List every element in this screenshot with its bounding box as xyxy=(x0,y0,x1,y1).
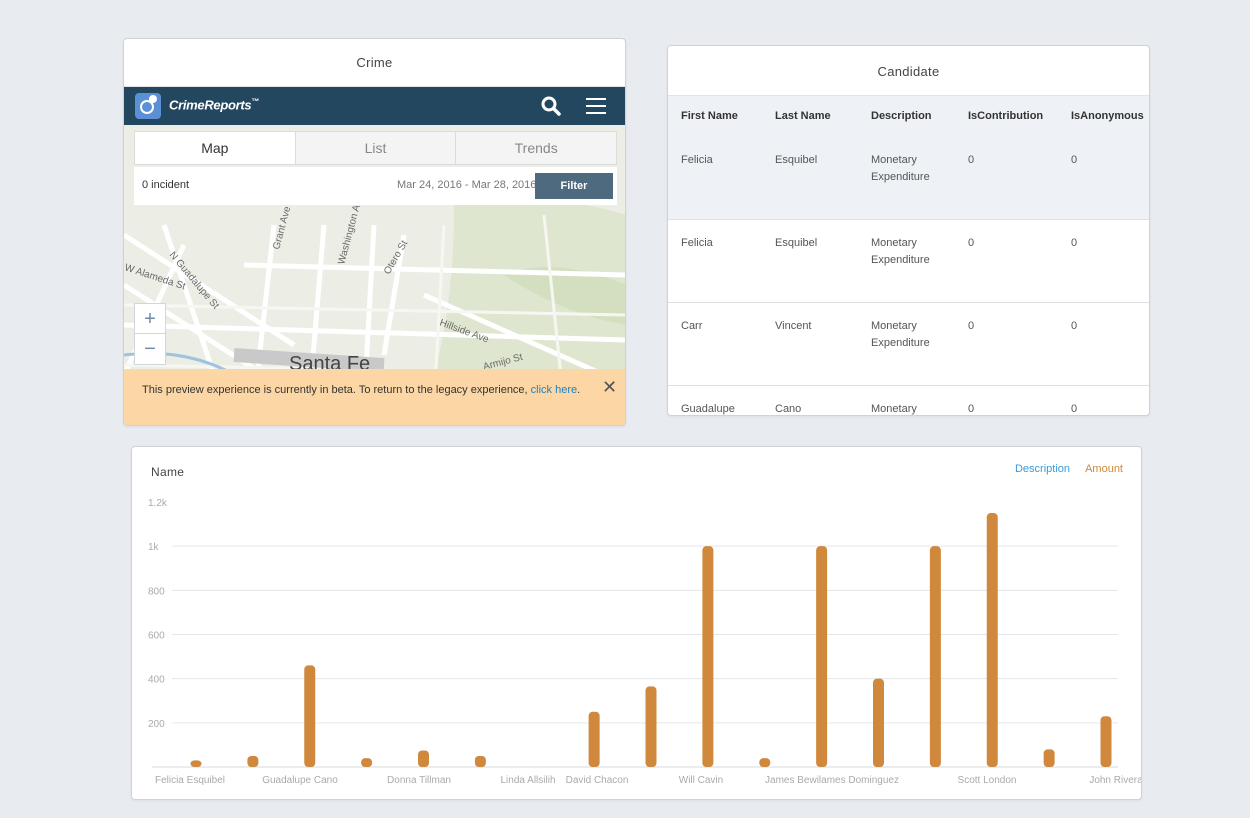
bar[interactable] xyxy=(588,711,600,767)
close-icon[interactable]: ✕ xyxy=(602,377,617,398)
tab-list[interactable]: List xyxy=(296,132,457,164)
table-header: First Name Last Name Description IsContr… xyxy=(668,96,1149,136)
y-tick-label: 200 xyxy=(148,719,165,730)
y-tick-label: 800 xyxy=(148,586,165,597)
x-tick-label: David Chacon xyxy=(566,775,629,786)
column-header[interactable]: Last Name xyxy=(762,96,858,136)
date-range[interactable]: Mar 24, 2016 - Mar 28, 2016 xyxy=(397,179,536,191)
column-header[interactable]: IsAnonymous xyxy=(1058,96,1149,136)
bar[interactable] xyxy=(418,750,429,767)
legacy-link[interactable]: click here xyxy=(531,384,577,396)
beta-banner: This preview experience is currently in … xyxy=(124,369,625,425)
bar[interactable] xyxy=(361,758,373,767)
x-tick-label: Guadalupe Cano xyxy=(262,775,338,786)
incident-count: 0 incident xyxy=(142,179,190,191)
x-tick-label: John Rivera xyxy=(1089,775,1142,786)
filter-bar: 0 incident Mar 24, 2016 - Mar 28, 2016 F… xyxy=(134,167,617,205)
crimereports-logo-icon xyxy=(135,93,161,119)
x-tick-label: James Bewilames Dominguez xyxy=(765,775,899,786)
bar-chart: 200 400 600 800 1k 1.2k Felicia Esquibel Guadal… xyxy=(148,498,1142,786)
table-row[interactable]: Felicia Esquibel Monetary Expenditure 0 … xyxy=(668,219,1149,303)
x-tick-label: Will Cavin xyxy=(679,775,723,786)
bar[interactable] xyxy=(759,758,771,767)
candidate-card: Candidate First Name Last Name Descripti… xyxy=(667,45,1150,416)
chart-card: Name Description Amount 200 400 600 800 1k 1.… xyxy=(131,446,1142,800)
tab-map[interactable]: Map xyxy=(135,132,296,164)
bar[interactable] xyxy=(304,665,316,767)
column-header[interactable]: First Name xyxy=(668,96,762,136)
y-tick-label: 1k xyxy=(148,542,160,553)
bar[interactable] xyxy=(1100,716,1112,767)
x-tick-label: Donna Tillman xyxy=(387,775,451,786)
menu-icon[interactable] xyxy=(586,98,606,114)
column-header[interactable]: Description xyxy=(858,96,955,136)
bar[interactable] xyxy=(247,755,259,767)
zoom-in-button[interactable]: + xyxy=(135,304,165,334)
x-tick-label: Felicia Esquibel xyxy=(155,775,225,786)
table-row[interactable]: Guadalupe Cano Monetary 0 0 xyxy=(668,385,1149,415)
y-tick-label: 1.2k xyxy=(148,498,168,509)
zoom-control: + − xyxy=(134,303,166,365)
search-icon[interactable] xyxy=(540,95,562,117)
zoom-out-button[interactable]: − xyxy=(135,334,165,364)
bar[interactable] xyxy=(1043,749,1055,767)
tab-trends[interactable]: Trends xyxy=(456,132,616,164)
candidate-card-title: Candidate xyxy=(668,46,1149,96)
table-row[interactable]: Felicia Esquibel Monetary Expenditure 0 … xyxy=(668,136,1149,220)
crime-card: Crime CrimeReports™ N Guadalupe St Grant… xyxy=(123,38,626,426)
bar[interactable] xyxy=(986,513,998,767)
crimereports-header: CrimeReports™ xyxy=(124,87,625,125)
bar[interactable] xyxy=(190,760,202,767)
beta-message: This preview experience is currently in … xyxy=(142,384,581,396)
bar[interactable] xyxy=(645,686,657,767)
x-tick-label: Scott London xyxy=(958,775,1017,786)
crime-card-title: Crime xyxy=(124,39,625,87)
table-row[interactable]: Carr Vincent Monetary Expenditure 0 0 xyxy=(668,302,1149,386)
bar[interactable] xyxy=(929,546,941,767)
map-view-tabs: Map List Trends xyxy=(134,131,617,165)
bar[interactable] xyxy=(816,546,828,767)
column-header[interactable]: IsContribution xyxy=(955,96,1058,136)
crime-map[interactable]: N Guadalupe St Grant Ave Washington Ave … xyxy=(124,125,625,405)
y-tick-label: 400 xyxy=(148,675,165,686)
filter-button[interactable]: Filter xyxy=(535,173,613,199)
bar[interactable] xyxy=(702,546,714,767)
bar[interactable] xyxy=(873,678,884,767)
bar[interactable] xyxy=(474,755,486,767)
x-tick-label: Linda Allsilih xyxy=(500,775,555,786)
y-tick-label: 600 xyxy=(148,631,165,642)
crimereports-brand: CrimeReports™ xyxy=(169,97,260,113)
